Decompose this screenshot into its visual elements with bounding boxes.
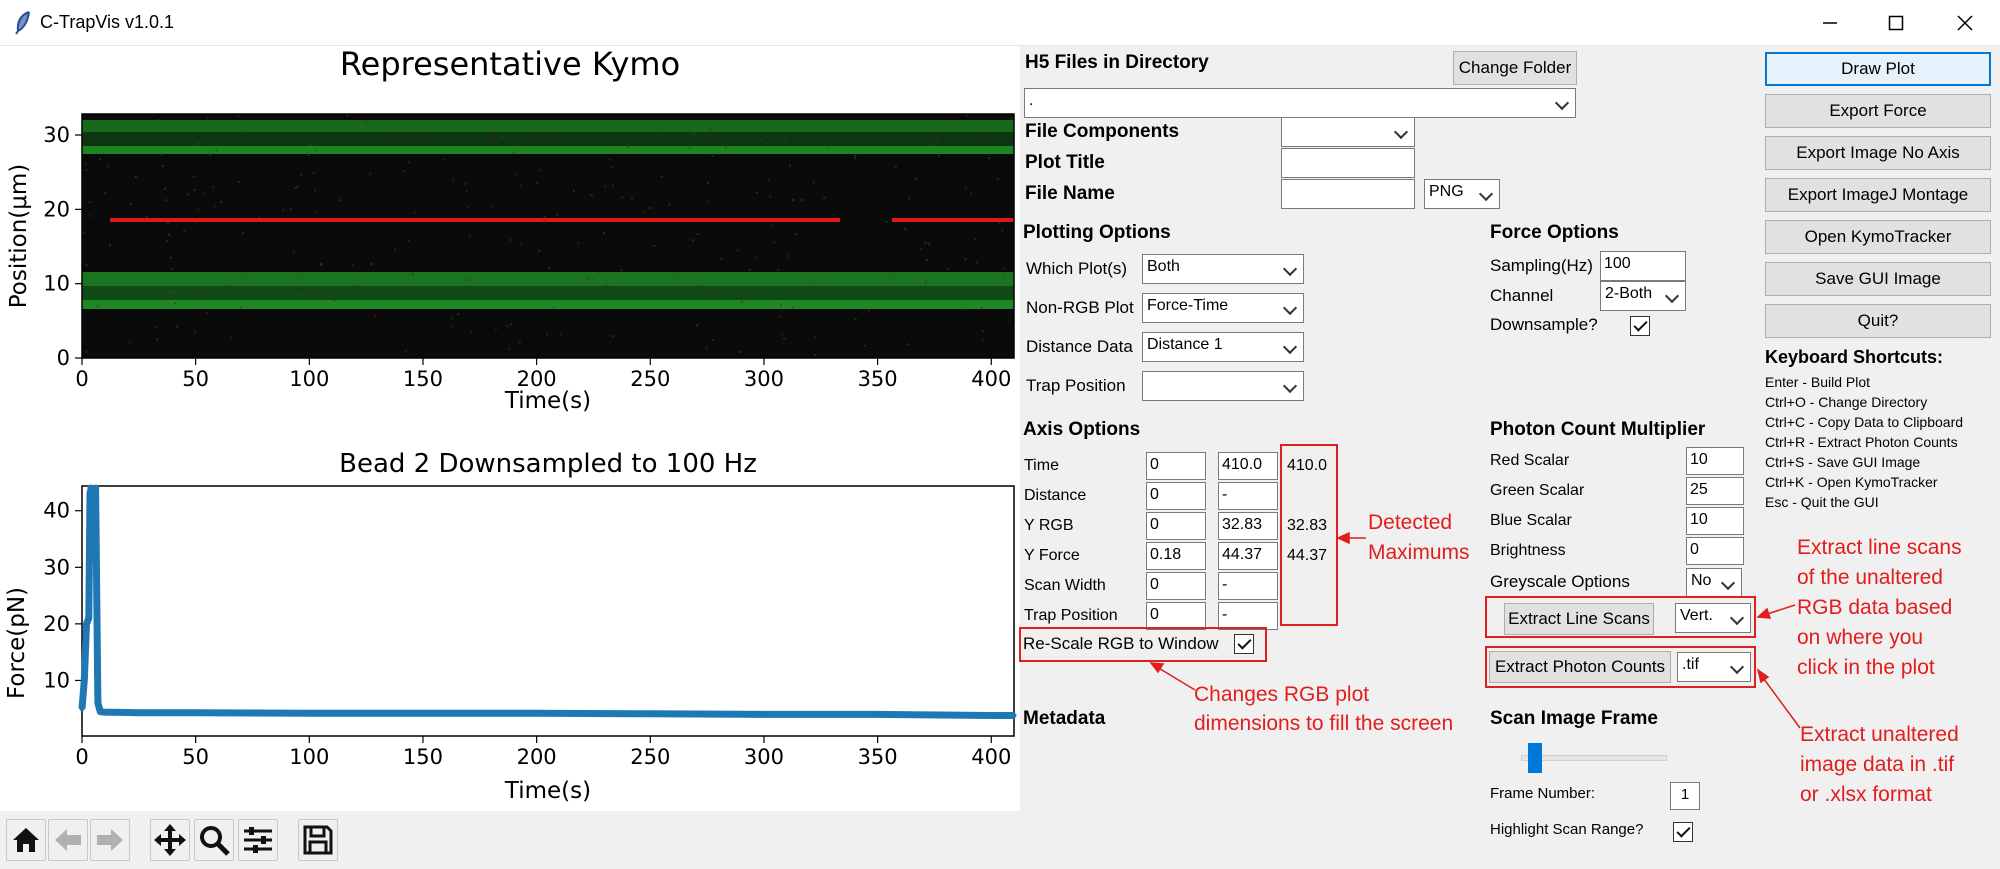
annotation-counts-line2: image data in .tif <box>1800 753 1955 776</box>
annotation-detected-line2: Maximums <box>1368 541 1470 564</box>
annotation-rescale-line2: dimensions to fill the screen <box>1194 712 1454 735</box>
app-window: C-TrapVis v1.0.1 Representative Kymo 0 5… <box>0 0 2000 869</box>
annotation-arrows <box>1149 531 1801 729</box>
annotation-lines-line1: Extract line scans <box>1797 536 1962 559</box>
annotation-counts-line1: Extract unaltered <box>1800 723 1959 746</box>
annotation-lines-line5: click in the plot <box>1797 656 1935 679</box>
annotation-counts-line3: or .xlsx format <box>1800 783 1932 806</box>
annotation-rescale-line1: Changes RGB plot <box>1194 683 1370 706</box>
annotation-detected-line1: Detected <box>1368 511 1453 534</box>
annotation-lines-line4: on where you <box>1797 626 1924 649</box>
annotation-lines-line2: of the unaltered <box>1797 566 1943 589</box>
annotation-lines-line3: RGB data based <box>1797 596 1953 619</box>
